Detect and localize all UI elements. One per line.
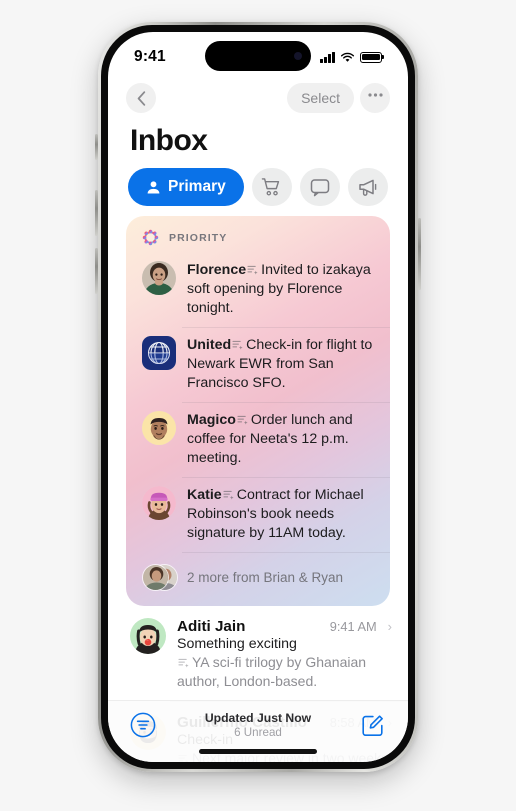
status-indicators [320,51,382,63]
iphone-device-frame: 9:41 Select Inbox Primary PRIORITY Flore… [95,22,421,772]
wifi-icon [340,52,355,62]
priority-more-label: 2 more from Brian & Ryan [187,569,344,585]
front-camera-icon [294,52,302,60]
screenshot-stage: 9:41 Select Inbox Primary PRIORITY Flore… [0,0,516,811]
priority-row-united[interactable]: United Check-in for flight to Newark EWR … [126,327,390,402]
compose-icon[interactable] [360,712,386,738]
filter-chip-updates[interactable] [299,168,340,206]
priority-sender: United [187,337,232,353]
message-preview: YA sci-fi trilogy by Ghanaian author, Lo… [177,653,392,690]
filter-chip-transactions[interactable] [251,168,292,206]
message-body: Aditi Jain 9:41 AM › Something exciting … [177,618,392,690]
action-button[interactable] [95,134,98,160]
priority-header-label: PRIORITY [169,231,228,244]
message-subject: Something exciting [177,636,297,652]
chevron-left-icon [137,90,145,106]
priority-row-text: Katie Contract for Michael Robinson's boo… [187,486,376,543]
priority-row-magico[interactable]: Magico Order lunch and coffee for Neeta's… [126,402,390,477]
summary-icon [232,340,243,350]
filter-chip-promotions[interactable] [347,168,389,206]
summary-icon [178,658,189,668]
navigation-bar: Select [108,78,408,116]
back-button[interactable] [126,83,156,113]
filter-chip-bar: Primary [108,164,408,216]
phone-screen: 9:41 Select Inbox Primary PRIORITY Flore… [108,32,408,762]
chat-bubble-icon [310,178,330,196]
cart-icon [262,178,280,196]
priority-sender: Katie [187,487,222,503]
avatar [142,261,176,295]
apple-intelligence-icon [142,229,159,246]
device-bezel: 9:41 Select Inbox Primary PRIORITY Flore… [101,25,415,769]
avatar [142,564,169,591]
megaphone-icon [359,179,377,196]
filter-chip-primary-label: Primary [168,178,226,195]
priority-sender: Magico [187,412,236,428]
priority-header: PRIORITY [126,226,390,252]
power-button[interactable] [418,218,421,290]
status-time: 9:41 [134,48,166,65]
unread-count-label: 6 Unread [234,726,282,739]
avatar [142,486,176,520]
priority-row-katie[interactable]: Katie Contract for Michael Robinson's boo… [126,477,390,552]
updated-label: Updated Just Now [204,711,312,725]
filter-icon[interactable] [130,712,156,738]
message-header: Aditi Jain 9:41 AM › [177,618,392,635]
photo-woman-green-top-avatar [142,261,176,295]
volume-up-button[interactable] [95,190,98,236]
filter-chip-primary[interactable]: Primary [128,168,244,206]
volume-down-button[interactable] [95,248,98,294]
page-title: Inbox [130,124,208,157]
select-button[interactable]: Select [287,83,354,113]
avatar [142,411,176,445]
summary-icon [247,265,258,275]
memoji-woman-green-avatar [130,618,166,654]
message-sender: Aditi Jain [177,618,246,635]
message-time: 9:41 AM [329,619,377,634]
priority-row-text: Florence Invited to izakaya soft opening … [187,261,376,318]
priority-row-text: Magico Order lunch and coffee for Neeta's… [187,411,376,468]
chevron-right-icon: › [387,619,392,634]
priority-row-text: United Check-in for flight to Newark EWR … [187,336,376,393]
table-row[interactable]: Aditi Jain 9:41 AM › Something exciting … [108,606,408,702]
priority-card[interactable]: PRIORITY Florence Invited to izakaya sof… [126,216,390,606]
battery-icon [360,51,382,63]
summary-icon [223,490,234,500]
memoji-woman-pink-beanie-avatar [142,486,176,520]
cellular-signal-icon [320,51,335,63]
avatar [142,336,176,370]
person-icon [147,180,160,193]
priority-sender: Florence [187,262,247,278]
more-options-button[interactable] [360,83,390,113]
avatar [130,618,166,654]
avatar-stack [142,560,178,594]
home-indicator[interactable] [199,749,317,754]
priority-more-row[interactable]: 2 more from Brian & Ryan [126,552,390,596]
united-airlines-logo-avatar [142,336,176,370]
priority-row-florence[interactable]: Florence Invited to izakaya soft opening … [126,252,390,327]
ellipsis-icon [367,93,383,97]
memoji-man-yellow-avatar [142,411,176,445]
summary-icon [237,415,248,425]
message-preview-text: YA sci-fi trilogy by Ghanaian author, Lo… [177,654,367,689]
dynamic-island [205,41,311,71]
status-bar: 9:41 [108,32,408,78]
toolbar-status: Updated Just Now 6 Unread [156,711,360,739]
